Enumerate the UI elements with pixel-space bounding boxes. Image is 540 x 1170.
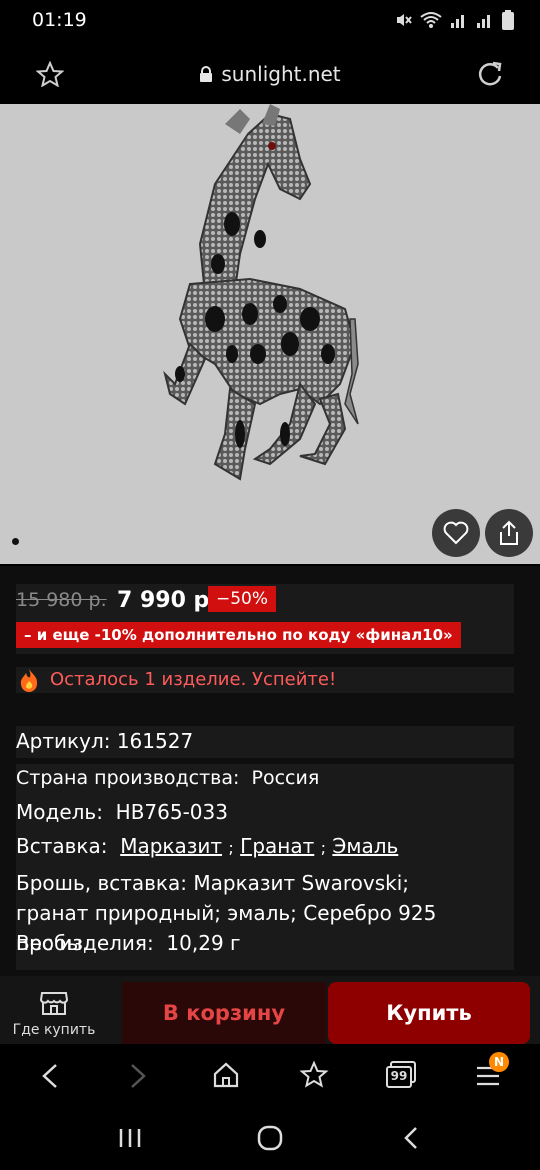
- menu-badge: N: [489, 1052, 509, 1072]
- insert-link-enamel[interactable]: Эмаль: [332, 834, 398, 858]
- model-row: Модель: НВ765-033: [16, 800, 228, 824]
- share-icon: [500, 520, 518, 545]
- separator: ;: [320, 838, 327, 857]
- menu-button[interactable]: N: [475, 1052, 509, 1090]
- heart-icon: [443, 521, 469, 545]
- forward-icon[interactable]: [126, 1062, 150, 1090]
- status-icons: [394, 10, 514, 30]
- model-value: НВ765-033: [115, 800, 228, 824]
- system-back-icon[interactable]: [400, 1124, 422, 1152]
- lock-icon: [199, 64, 213, 88]
- weight-row: Вес изделия: 10,29 г: [16, 931, 241, 955]
- signal-icon-2: [477, 15, 490, 28]
- address-bar[interactable]: sunlight.net: [0, 62, 540, 88]
- bookmarks-icon[interactable]: [299, 1060, 329, 1090]
- where-to-buy-label: Где купить: [12, 1022, 96, 1038]
- insert-link-marcasite[interactable]: Марказит: [120, 834, 222, 858]
- favorite-button[interactable]: [432, 509, 480, 557]
- fire-icon: [18, 668, 40, 696]
- promo-code-badge: – и еще -10% дополнительно по коду «фина…: [16, 622, 461, 648]
- tabs-count: 99: [390, 1069, 408, 1083]
- country-label: Страна производства:: [16, 767, 240, 789]
- weight-value: 10,29 г: [166, 931, 241, 955]
- country-value: Россия: [251, 767, 320, 789]
- old-price: 15 980 р.: [16, 589, 107, 611]
- buy-button[interactable]: Купить: [328, 982, 530, 1044]
- weight-label: Вес изделия:: [16, 931, 154, 955]
- add-to-cart-button[interactable]: В корзину: [122, 982, 326, 1044]
- home-nav-icon[interactable]: [256, 1124, 284, 1152]
- separator: ;: [228, 838, 234, 857]
- home-icon[interactable]: [212, 1061, 240, 1089]
- insert-link-garnet[interactable]: Гранат: [240, 834, 314, 858]
- recents-icon[interactable]: [117, 1126, 143, 1150]
- back-icon[interactable]: [38, 1062, 62, 1090]
- discount-badge: −50%: [208, 586, 277, 612]
- country-row: Страна производства: Россия: [16, 767, 319, 789]
- insert-row: Вставка: Марказит ; Гранат ; Эмаль: [16, 834, 398, 858]
- mute-icon: [397, 14, 412, 26]
- tabs-button[interactable]: 99: [385, 1060, 417, 1090]
- where-to-buy-button[interactable]: Где купить: [8, 990, 100, 1038]
- insert-label: Вставка:: [16, 834, 108, 858]
- wifi-icon: [420, 12, 442, 28]
- product-image[interactable]: [0, 104, 540, 564]
- share-button[interactable]: [485, 509, 533, 557]
- model-label: Модель:: [16, 800, 103, 824]
- battery-icon: [502, 10, 514, 30]
- browser-toolbar: [0, 1044, 540, 1114]
- current-price: 7 990 р.: [117, 588, 218, 613]
- status-time: 01:19: [32, 9, 87, 31]
- carousel-dot[interactable]: [12, 538, 19, 545]
- signal-icon: [451, 15, 464, 28]
- url-text: sunlight.net: [221, 62, 341, 86]
- giraffe-brooch-image: [163, 104, 359, 481]
- stock-notice: Осталось 1 изделие. Успейте!: [50, 669, 337, 690]
- store-icon: [39, 992, 69, 1015]
- reload-icon[interactable]: [476, 60, 504, 88]
- article-number: Артикул: 161527: [16, 729, 194, 753]
